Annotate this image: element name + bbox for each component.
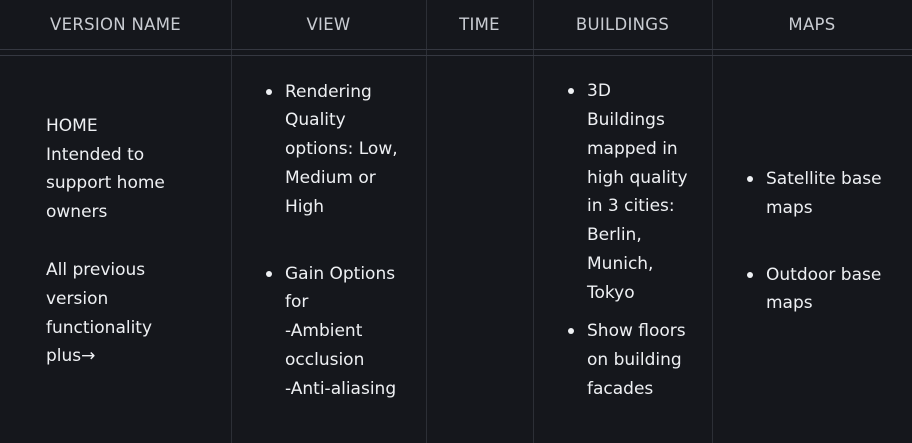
feature-line: facades <box>587 379 654 400</box>
maps-feature-satellite: Satellite base maps <box>745 165 882 223</box>
header-divider <box>0 49 912 50</box>
buildings-feature-3d-buildings: 3D Buildings mapped in high quality in 3… <box>566 77 688 307</box>
feature-line: Buildings <box>587 109 665 130</box>
feature-line: Munich, <box>587 253 654 274</box>
cell-time <box>426 56 533 443</box>
comparison-table: VERSION NAME VIEW TIME BUILDINGS MAPS HO… <box>0 0 912 443</box>
version-description-line: Intended to <box>46 144 145 165</box>
feature-line: Rendering <box>285 81 372 102</box>
version-title: HOME <box>46 115 98 136</box>
cell-buildings: 3D Buildings mapped in high quality in 3… <box>566 56 712 443</box>
cell-maps: Satellite base maps Outdoor base maps <box>745 56 912 443</box>
header-view: VIEW <box>306 14 351 34</box>
feature-line: Gain Options <box>285 263 396 284</box>
version-inheritance-line: functionality <box>46 317 153 338</box>
maps-feature-outdoor: Outdoor base maps <box>745 261 882 319</box>
feature-line: in 3 cities: <box>587 196 675 217</box>
feature-line: options: Low, <box>285 139 398 160</box>
feature-line: -Anti-aliasing <box>285 378 397 399</box>
version-inheritance-line: All previous <box>46 260 146 280</box>
feature-line: occlusion <box>285 349 365 370</box>
feature-line: High <box>285 196 325 217</box>
header-buildings: BUILDINGS <box>575 14 670 34</box>
version-inheritance-line: version <box>46 288 109 309</box>
version-description-line: support home <box>46 173 165 194</box>
feature-line: Show floors <box>587 321 686 342</box>
header-version-name: VERSION NAME <box>50 14 181 34</box>
buildings-feature-show-floors: Show floors on building facades <box>566 317 688 403</box>
feature-line: Medium or <box>285 167 376 188</box>
feature-line: Satellite base <box>766 168 882 189</box>
feature-line: Berlin, <box>587 225 642 246</box>
feature-line: Outdoor base <box>766 264 882 285</box>
feature-line: on building <box>587 350 682 371</box>
column-divider <box>231 0 232 443</box>
feature-line: maps <box>766 293 813 314</box>
header-maps: MAPS <box>788 14 836 34</box>
feature-line: for <box>285 292 309 313</box>
feature-line: Quality <box>285 110 346 131</box>
column-divider <box>712 0 713 443</box>
feature-line: 3D <box>587 81 611 102</box>
feature-line: maps <box>766 197 813 218</box>
feature-line: high quality <box>587 167 688 188</box>
version-inheritance-line: plus→ <box>46 346 96 367</box>
feature-line: -Ambient <box>285 321 363 342</box>
column-divider <box>533 0 534 443</box>
version-description-line: owners <box>46 202 108 223</box>
view-feature-rendering-quality: Rendering Quality options: Low, Medium o… <box>264 78 398 222</box>
feature-line: mapped in <box>587 138 678 159</box>
cell-version-name: HOME Intended to support home owners All… <box>46 56 231 443</box>
header-time: TIME <box>459 14 500 34</box>
view-feature-gain-options: Gain Options for -Ambient occlusion -Ant… <box>264 260 398 404</box>
feature-line: Tokyo <box>587 282 635 303</box>
cell-view: Rendering Quality options: Low, Medium o… <box>264 56 426 443</box>
